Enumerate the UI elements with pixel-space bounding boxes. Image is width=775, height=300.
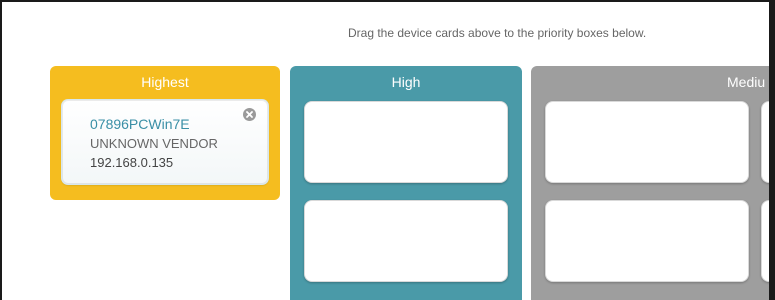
device-slot[interactable] <box>304 101 508 183</box>
priority-box-medium[interactable]: Mediu <box>531 66 775 300</box>
priority-box-title: Mediu <box>727 74 766 90</box>
device-slot[interactable] <box>545 101 749 183</box>
priority-box-high[interactable]: High <box>290 66 522 300</box>
close-icon[interactable] <box>243 108 256 121</box>
device-card[interactable]: 07896PCWin7E UNKNOWN VENDOR 192.168.0.13… <box>62 100 268 184</box>
device-slot[interactable] <box>545 200 749 282</box>
priority-box-title: High <box>391 74 421 90</box>
device-vendor: UNKNOWN VENDOR <box>90 136 218 151</box>
drag-instruction: Drag the device cards above to the prior… <box>348 26 647 40</box>
priority-box-highest[interactable]: Highest 07896PCWin7E UNKNOWN VENDOR 192.… <box>50 66 280 200</box>
qos-priority-panel: Drag the device cards above to the prior… <box>0 0 775 300</box>
priority-box-title: Highest <box>141 74 189 90</box>
device-slot[interactable] <box>304 200 508 282</box>
window-edge <box>769 2 775 300</box>
device-ip: 192.168.0.135 <box>90 155 174 170</box>
device-name: 07896PCWin7E <box>90 116 190 132</box>
